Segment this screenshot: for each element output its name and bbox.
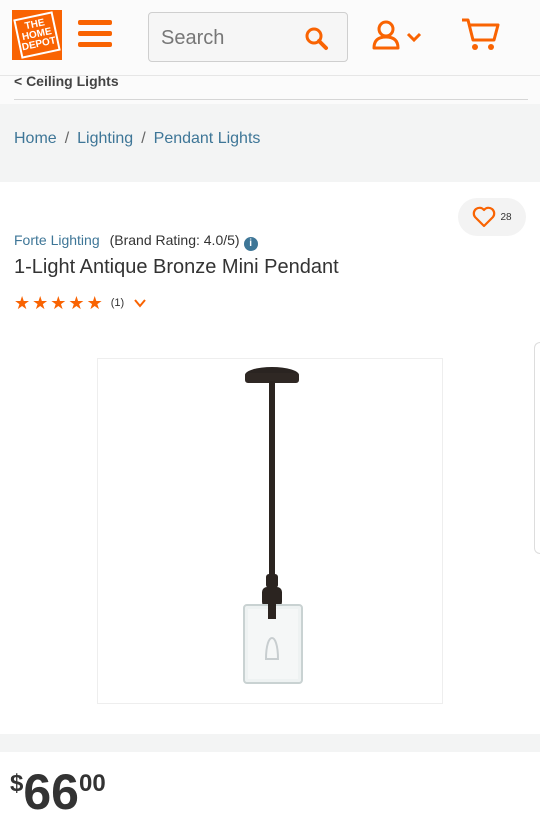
price-currency: $ [10, 770, 24, 797]
home-depot-logo[interactable]: THE HOME DEPOT [12, 10, 62, 60]
brand-line: Forte Lighting (Brand Rating: 4.0/5) i [14, 232, 258, 251]
price-whole: 66 [23, 764, 79, 820]
brand-rating: (Brand Rating: 4.0/5) [109, 232, 240, 248]
breadcrumb-lighting[interactable]: Lighting [77, 130, 133, 147]
favorites-count: 28 [500, 211, 512, 223]
rating-summary[interactable]: ★ ★ ★ ★ ★ (1) [14, 294, 146, 312]
breadcrumb-separator: / [64, 130, 70, 147]
divider [14, 99, 528, 100]
info-icon[interactable]: i [243, 237, 258, 251]
breadcrumb: Home / Lighting / Pendant Lights [14, 130, 260, 148]
search-box[interactable] [148, 12, 348, 62]
star-icon: ★ [50, 293, 67, 313]
hamburger-menu-icon[interactable] [78, 20, 112, 50]
price-area: $6600 [0, 752, 540, 833]
price-cents: 00 [78, 770, 106, 797]
heart-icon [473, 206, 496, 228]
star-icon: ★ [68, 293, 85, 313]
cart-icon[interactable] [460, 16, 502, 52]
breadcrumb-home[interactable]: Home [14, 130, 57, 147]
chevron-down-icon [134, 299, 146, 308]
search-icon[interactable] [303, 25, 329, 51]
price: $6600 [10, 764, 106, 820]
pendant-light-image [243, 367, 303, 684]
logo-text: THE HOME DEPOT [13, 11, 61, 59]
user-icon[interactable] [370, 18, 430, 54]
search-input[interactable] [161, 23, 291, 53]
breadcrumb-separator: / [141, 130, 146, 147]
product-title: 1-Light Antique Bronze Mini Pendant [14, 256, 339, 278]
breadcrumb-bar: Home / Lighting / Pendant Lights [0, 104, 540, 180]
product-image[interactable] [97, 358, 443, 704]
product-card: 28 Forte Lighting (Brand Rating: 4.0/5) i … [0, 182, 540, 734]
breadcrumb-pendant-lights[interactable]: Pendant Lights [154, 130, 261, 147]
star-icon: ★ [86, 293, 103, 313]
next-image-peek[interactable] [534, 342, 540, 554]
back-link[interactable]: < Ceiling Lights [14, 73, 119, 89]
favorite-button[interactable]: 28 [458, 198, 526, 236]
star-icon: ★ [14, 293, 31, 313]
star-icon: ★ [32, 293, 49, 313]
top-header: THE HOME DEPOT [0, 0, 540, 76]
brand-link[interactable]: Forte Lighting [14, 232, 100, 248]
review-count: (1) [110, 297, 125, 309]
